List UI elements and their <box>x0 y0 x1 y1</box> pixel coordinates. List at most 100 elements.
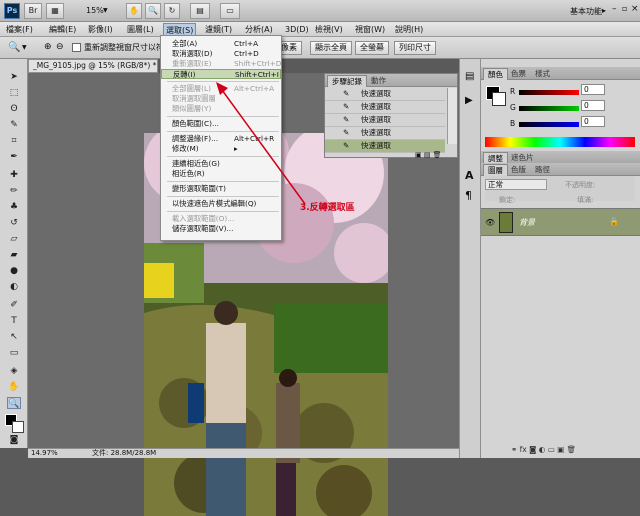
dodge-tool-icon[interactable]: ◐ <box>7 281 21 293</box>
tab-actions[interactable]: 動作 <box>367 75 390 87</box>
arrange-documents-icon[interactable]: ▤ <box>190 3 210 19</box>
type-tool-icon[interactable]: T <box>7 315 21 327</box>
menu-edit[interactable]: 編輯(E) <box>47 23 78 36</box>
resize-windows-checkbox[interactable] <box>72 43 81 52</box>
color-background-swatch[interactable] <box>492 92 506 106</box>
blue-value-input[interactable]: 0 <box>581 116 605 127</box>
history-brush-icon[interactable]: ↺ <box>7 217 21 229</box>
marquee-tool-icon[interactable]: ⬚ <box>7 87 21 99</box>
bridge-icon[interactable]: Br <box>24 3 42 19</box>
document-tab[interactable]: _MG_9105.jpg @ 15% (RGB/8*) * <box>28 59 158 73</box>
clone-stamp-icon[interactable]: ♣ <box>7 201 21 213</box>
zoom-out-icon[interactable]: ⊖ <box>56 42 64 52</box>
select-menu-item[interactable]: 調整邊緣(F)... Alt+Ctrl+R <box>161 134 281 144</box>
red-value-input[interactable]: 0 <box>581 84 605 95</box>
fit-screen-button[interactable]: 顯示全頁 <box>310 41 352 55</box>
eyedropper-tool-icon[interactable]: ✒ <box>7 151 21 163</box>
screen-mode-icon[interactable]: ▭ <box>220 3 240 19</box>
menu-layer[interactable]: 圖層(L) <box>125 23 156 36</box>
gradient-tool-icon[interactable]: ▰ <box>7 249 21 261</box>
pen-tool-icon[interactable]: ✐ <box>7 299 21 311</box>
workspace-chevron-icon[interactable]: ▸ <box>602 6 606 15</box>
3d-rotate-icon[interactable]: ◈ <box>7 365 21 377</box>
menu-item-label: 相近色(R) <box>172 169 205 178</box>
actions-panel-icon[interactable]: ▶ <box>465 95 473 106</box>
zoom-in-icon[interactable]: ⊕ <box>44 42 52 52</box>
fill-screen-button[interactable]: 全螢幕 <box>355 41 389 55</box>
zoom-tool-icon[interactable]: 🔍 <box>145 3 161 19</box>
healing-brush-icon[interactable]: ✚ <box>7 169 21 181</box>
history-item[interactable]: ✎ 快速選取 <box>325 127 445 140</box>
history-footer-icons[interactable]: ▣ ▤ 🗑 <box>415 151 442 159</box>
status-bar: 14.97% 文件: 28.8M/28.8M <box>28 448 459 458</box>
zoom-level-select[interactable]: 15% <box>86 6 104 15</box>
select-menu-item[interactable]: 修改(M) ▸ <box>161 144 281 154</box>
zoom-tool-icon[interactable]: 🔍 <box>7 397 21 409</box>
background-color-swatch[interactable] <box>12 421 24 433</box>
tab-color[interactable]: 顏色 <box>483 68 508 80</box>
move-tool-icon[interactable]: ➤ <box>7 71 21 83</box>
status-zoom[interactable]: 14.97% <box>31 449 58 458</box>
tab-styles[interactable]: 樣式 <box>531 68 554 80</box>
history-item[interactable]: ✎ 快速選取 <box>325 114 445 127</box>
menu-3d[interactable]: 3D(D) <box>283 23 311 36</box>
quick-selection-tool-icon[interactable]: ✎ <box>7 119 21 131</box>
close-icon[interactable]: × <box>631 4 639 14</box>
character-panel-icon[interactable]: A <box>465 169 474 182</box>
layer-row-background[interactable]: 👁 背景 🔒 <box>481 208 640 236</box>
rotate-view-icon[interactable]: ↻ <box>164 3 180 19</box>
history-brush-source-icon: ✎ <box>343 102 350 111</box>
select-menu-item[interactable]: 相近色(R) <box>161 169 281 179</box>
select-menu-item[interactable]: 取消選取(D) Ctrl+D <box>161 49 281 59</box>
select-menu-item[interactable]: 顏色範圍(C)... <box>161 119 281 129</box>
minimize-icon[interactable]: – <box>612 4 622 14</box>
layers-footer-icons[interactable]: ⚭ fx ◙ ◐ ▭ ▣ 🗑 <box>511 445 576 454</box>
zoom-dropdown-chevron-icon[interactable]: ▼ <box>103 7 108 14</box>
history-item[interactable]: ✎ 快速選取 <box>325 88 445 101</box>
history-item[interactable]: ✎ 快速選取 <box>325 101 445 114</box>
menu-view[interactable]: 檢視(V) <box>313 23 345 36</box>
brush-tool-icon[interactable]: ✏ <box>7 185 21 197</box>
print-size-button[interactable]: 列印尺寸 <box>394 41 436 55</box>
tab-paths[interactable]: 路徑 <box>531 164 554 176</box>
select-menu-item[interactable]: 以快速遮色片模式編輯(Q) <box>161 199 281 209</box>
select-menu-item[interactable]: 儲存選取範圍(V)... <box>161 224 281 234</box>
menu-bar: 檔案(F) 編輯(E) 影像(I) 圖層(L) 選取(S) 濾鏡(T) 分析(A… <box>0 22 640 37</box>
zoom-tool-preset-icon[interactable]: 🔍 <box>8 42 20 53</box>
color-spectrum-ramp[interactable] <box>485 137 635 147</box>
blend-mode-select[interactable]: 正常 <box>485 179 547 190</box>
view-extras-icon[interactable]: ▦ <box>46 3 64 19</box>
maximize-icon[interactable]: ▫ <box>622 4 630 14</box>
tab-channels[interactable]: 色版 <box>507 164 530 176</box>
green-value-input[interactable]: 0 <box>581 100 605 111</box>
tab-layers[interactable]: 圖層 <box>483 164 508 176</box>
select-menu-item[interactable]: 變形選取範圍(T) <box>161 184 281 194</box>
blur-tool-icon[interactable]: ● <box>7 265 21 277</box>
shape-tool-icon[interactable]: ▭ <box>7 347 21 359</box>
quick-mask-icon[interactable]: ◙ <box>7 434 21 446</box>
green-slider[interactable] <box>519 106 579 111</box>
preset-chevron-icon[interactable]: ▼ <box>22 44 27 51</box>
select-menu-item[interactable]: 連續相近色(G) <box>161 159 281 169</box>
hand-tool-icon[interactable]: ✋ <box>7 381 21 393</box>
history-panel-icon[interactable]: ▤ <box>465 71 474 82</box>
select-menu-item[interactable]: 全部(A) Ctrl+A <box>161 39 281 49</box>
menu-help[interactable]: 說明(H) <box>393 23 425 36</box>
path-selection-icon[interactable]: ↖ <box>7 331 21 343</box>
layer-visibility-eye-icon[interactable]: 👁 <box>485 218 495 227</box>
tab-history[interactable]: 步驟記錄 <box>327 75 367 87</box>
history-scrollbar[interactable] <box>447 88 457 144</box>
hand-tool-icon[interactable]: ✋ <box>126 3 142 19</box>
paragraph-panel-icon[interactable]: ¶ <box>465 189 472 202</box>
tab-swatches[interactable]: 色票 <box>507 68 530 80</box>
menu-image[interactable]: 影像(I) <box>86 23 115 36</box>
menu-file[interactable]: 檔案(F) <box>4 23 35 36</box>
select-menu-item[interactable]: 反轉(I) Shift+Ctrl+I <box>161 69 281 79</box>
red-slider[interactable] <box>519 90 579 95</box>
lasso-tool-icon[interactable]: ʘ <box>7 103 21 115</box>
crop-tool-icon[interactable]: ⌗ <box>7 135 21 147</box>
workspace-switcher[interactable]: 基本功能 <box>570 6 602 17</box>
blue-slider[interactable] <box>519 122 579 127</box>
eraser-tool-icon[interactable]: ▱ <box>7 233 21 245</box>
menu-window[interactable]: 視窗(W) <box>353 23 387 36</box>
